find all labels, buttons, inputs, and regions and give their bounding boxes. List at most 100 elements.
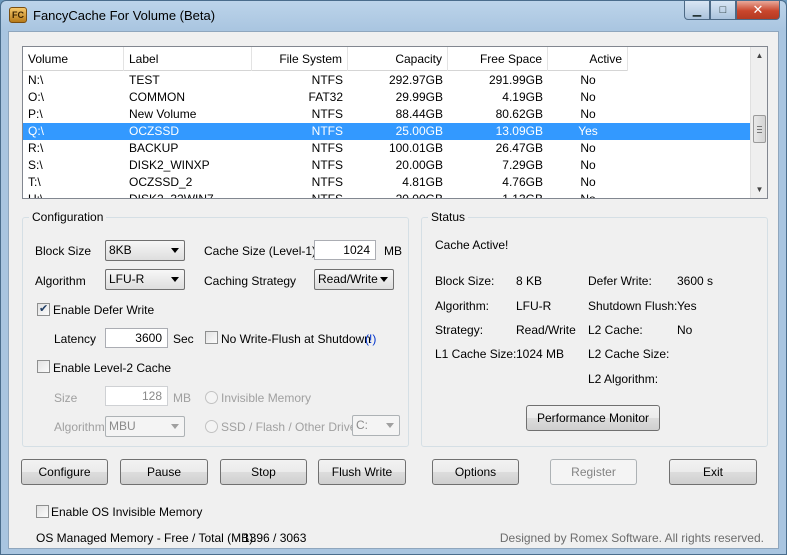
chevron-down-icon — [171, 248, 179, 253]
block-size-select[interactable]: 8KB — [105, 240, 185, 261]
status-l2-algorithm-label: L2 Algorithm: — [588, 372, 659, 386]
algorithm-value: LFU-R — [109, 272, 145, 286]
algorithm-label: Algorithm — [35, 274, 86, 288]
enable-defer-write-checkbox[interactable] — [37, 302, 50, 316]
table-row[interactable]: P:\ New Volume NTFS 88.44GB 80.62GB No — [23, 106, 751, 123]
column-header-volume[interactable]: Volume — [23, 47, 124, 71]
table-row[interactable]: U:\ DISK2_32WIN7 NTFS 20.00GB 1.13GB No — [23, 191, 751, 199]
cell-label: OCZSSD_2 — [129, 175, 193, 189]
cell-file-system: FAT32 — [308, 90, 343, 104]
cell-volume: P:\ — [28, 107, 43, 121]
cell-capacity: 292.97GB — [388, 73, 443, 87]
cell-volume: O:\ — [28, 90, 45, 104]
l2-size-input[interactable]: 128 — [105, 386, 168, 406]
table-row[interactable]: T:\ OCZSSD_2 NTFS 4.81GB 4.76GB No — [23, 174, 751, 191]
configure-button[interactable]: Configure — [21, 459, 108, 485]
table-row[interactable]: S:\ DISK2_WINXP NTFS 20.00GB 7.29GB No — [23, 157, 751, 174]
enable-os-invisible-memory-checkbox[interactable] — [36, 505, 49, 518]
performance-monitor-button[interactable]: Performance Monitor — [526, 405, 660, 431]
pause-button[interactable]: Pause — [120, 459, 208, 485]
cell-active: No — [580, 158, 596, 172]
enable-level2-cache-checkbox[interactable] — [37, 360, 50, 373]
column-header-free-space[interactable]: Free Space — [448, 47, 548, 71]
maximize-button[interactable]: □ — [710, 1, 736, 20]
table-row-selected[interactable]: Q:\ OCZSSD NTFS 25.00GB 13.09GB Yes — [23, 123, 751, 140]
cell-label: OCZSSD — [129, 124, 180, 138]
invisible-memory-label[interactable]: Invisible Memory — [221, 391, 311, 405]
cell-capacity: 100.01GB — [388, 141, 443, 155]
cell-volume: U:\ — [28, 192, 44, 199]
chevron-down-icon — [171, 424, 179, 429]
volume-rows: N:\ TEST NTFS 292.97GB 291.99GB No O:\ C… — [23, 72, 751, 199]
drive-select[interactable]: C: — [352, 415, 400, 436]
column-header-file-system[interactable]: File System — [252, 47, 348, 71]
status-strategy-label: Strategy: — [435, 323, 484, 337]
exit-button[interactable]: Exit — [669, 459, 757, 485]
cell-active: No — [580, 107, 596, 121]
enable-os-invisible-memory-label[interactable]: Enable OS Invisible Memory — [51, 505, 202, 519]
cell-free-space: 1.13GB — [502, 192, 543, 199]
table-row[interactable]: N:\ TEST NTFS 292.97GB 291.99GB No — [23, 72, 751, 89]
volume-list-header: Volume Label File System Capacity Free S… — [23, 47, 628, 71]
cell-volume: R:\ — [28, 141, 44, 155]
algorithm-select[interactable]: LFU-R — [105, 269, 185, 290]
title-bar[interactable]: FC FancyCache For Volume (Beta) ▁ □ ✕ — [1, 1, 786, 31]
cell-capacity: 4.81GB — [402, 175, 443, 189]
scroll-down-icon[interactable]: ▼ — [751, 181, 767, 198]
cache-size-input[interactable]: 1024 — [314, 240, 376, 260]
status-l1-size-value: 1024 MB — [516, 347, 565, 361]
volume-list[interactable]: Volume Label File System Capacity Free S… — [22, 46, 768, 199]
enable-level2-cache-label[interactable]: Enable Level-2 Cache — [53, 361, 171, 375]
cell-file-system: NTFS — [311, 73, 343, 87]
invisible-memory-radio[interactable] — [205, 391, 218, 404]
ssd-drive-label[interactable]: SSD / Flash / Other Drive — [221, 420, 356, 434]
status-strategy-value: Read/Write — [516, 323, 576, 337]
cell-active: No — [580, 73, 596, 87]
no-write-flush-checkbox[interactable] — [205, 331, 218, 344]
cell-free-space: 291.99GB — [488, 73, 543, 87]
options-button[interactable]: Options — [432, 459, 519, 485]
cell-file-system: NTFS — [311, 107, 343, 121]
close-button[interactable]: ✕ — [736, 1, 780, 20]
configuration-title: Configuration — [29, 210, 107, 224]
column-header-capacity[interactable]: Capacity — [348, 47, 448, 71]
status-l2-size-label: L2 Cache Size: — [588, 347, 670, 361]
cell-file-system: NTFS — [311, 175, 343, 189]
caching-strategy-value: Read/Write — [318, 272, 378, 286]
minimize-button[interactable]: ▁ — [684, 1, 710, 20]
status-title: Status — [428, 210, 469, 224]
app-icon[interactable]: FC — [9, 7, 27, 23]
caching-strategy-label: Caching Strategy — [204, 274, 297, 288]
caption-buttons: ▁ □ ✕ — [684, 1, 780, 21]
l2-size-label: Size — [54, 391, 78, 405]
caching-strategy-select[interactable]: Read/Write — [314, 269, 394, 290]
table-row[interactable]: O:\ COMMON FAT32 29.99GB 4.19GB No — [23, 89, 751, 106]
cell-active: Yes — [578, 124, 598, 138]
chevron-down-icon — [171, 277, 179, 282]
cell-capacity: 88.44GB — [395, 107, 443, 121]
stop-button[interactable]: Stop — [220, 459, 307, 485]
scrollbar-thumb[interactable] — [753, 115, 766, 143]
cell-capacity: 29.99GB — [395, 90, 443, 104]
flush-write-button[interactable]: Flush Write — [318, 459, 406, 485]
scroll-up-icon[interactable]: ▲ — [751, 47, 767, 64]
register-button[interactable]: Register — [550, 459, 637, 485]
table-row[interactable]: R:\ BACKUP NTFS 100.01GB 26.47GB No — [23, 140, 751, 157]
cell-volume: S:\ — [28, 158, 43, 172]
column-header-active[interactable]: Active — [548, 47, 628, 71]
l2-algorithm-select[interactable]: MBU — [105, 416, 185, 437]
no-write-flush-label[interactable]: No Write-Flush at Shutdown — [221, 332, 371, 346]
latency-input[interactable]: 3600 — [105, 328, 168, 348]
enable-defer-write-label[interactable]: Enable Defer Write — [53, 303, 154, 317]
cell-capacity: 25.00GB — [395, 124, 443, 138]
minimize-icon: ▁ — [692, 4, 702, 17]
help-link[interactable]: (!) — [365, 332, 376, 346]
cell-label: COMMON — [129, 90, 185, 104]
cell-capacity: 20.00GB — [395, 158, 443, 172]
column-header-label[interactable]: Label — [124, 47, 252, 71]
status-shutdown-flush-label: Shutdown Flush: — [588, 299, 678, 313]
volume-list-scrollbar[interactable]: ▲ ▼ — [750, 47, 767, 198]
grip-line — [757, 129, 762, 130]
configuration-group: Configuration Block Size 8KB Cache Size … — [22, 210, 409, 447]
ssd-drive-radio[interactable] — [205, 420, 218, 433]
